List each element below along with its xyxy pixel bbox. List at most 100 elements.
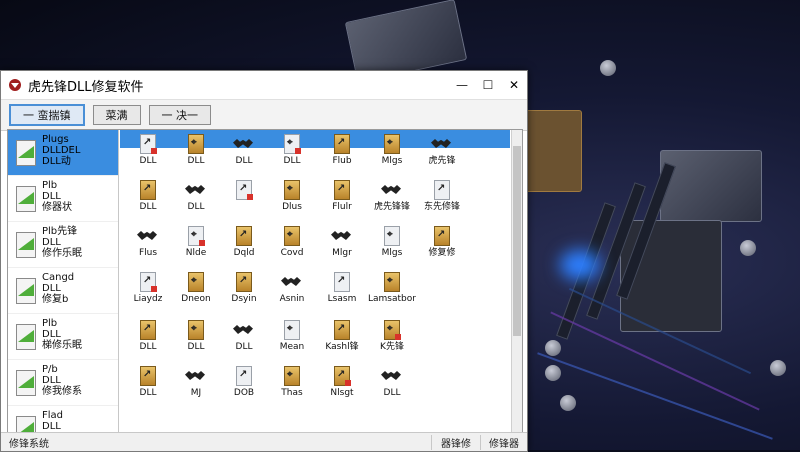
file-item[interactable]: ↗ Nlsgt xyxy=(318,364,366,410)
file-item[interactable]: ⌖ DLL xyxy=(172,132,220,178)
file-item[interactable]: ⌖ Mlgs xyxy=(368,224,416,270)
dll-repair-window: 虎先锋DLL修复软件 — ☐ ✕ 一 蛮揣镇 菜满 一 决一 Plugs DLLD… xyxy=(0,70,528,452)
file-item-label: DLL xyxy=(139,202,157,212)
dll-file-icon xyxy=(16,140,36,166)
file-item[interactable]: ⌖ Nlde xyxy=(172,224,220,270)
file-item[interactable]: ↗ DLL xyxy=(124,318,172,364)
file-item[interactable]: 虎先锋 xyxy=(418,132,466,178)
maximize-button[interactable]: ☐ xyxy=(475,74,501,96)
sidebar-item[interactable]: Cangd DLL 修复b xyxy=(8,268,118,314)
sidebar-item-label: DLL动 xyxy=(42,156,71,167)
dll-file-icon xyxy=(137,226,157,246)
file-item[interactable]: ↗ Lsasm xyxy=(318,270,366,316)
file-item[interactable]: Mlgr xyxy=(318,224,366,270)
minimize-button[interactable]: — xyxy=(449,74,475,96)
dll-file-icon: ↗ xyxy=(434,226,450,246)
dll-file-icon: ⌖ xyxy=(384,134,400,154)
vertical-scrollbar[interactable] xyxy=(511,130,522,432)
blue-glow xyxy=(560,250,600,280)
file-item[interactable]: ↗ Flub xyxy=(318,132,366,178)
dll-file-icon: ↗ xyxy=(140,272,157,292)
file-item[interactable]: ⌖ Dneon xyxy=(172,270,220,316)
file-item-label: DLL xyxy=(187,156,205,166)
dll-file-icon: ⌖ xyxy=(384,272,400,292)
file-item[interactable]: DLL xyxy=(220,318,268,364)
dll-file-icon: ⌖ xyxy=(188,272,204,292)
file-item-label: DLL xyxy=(383,388,401,398)
close-button[interactable]: ✕ xyxy=(501,74,527,96)
file-item[interactable]: ↗ DLL xyxy=(124,364,172,410)
file-item-label: DLL xyxy=(283,156,301,166)
title-bar: 虎先锋DLL修复软件 — ☐ ✕ xyxy=(1,71,527,100)
dll-file-icon xyxy=(16,324,36,350)
sidebar-item[interactable]: Plb DLL 梯修乐眠 xyxy=(8,314,118,360)
file-item-label: Covd xyxy=(280,248,304,258)
file-item-label: MJ xyxy=(190,388,202,398)
sidebar-item-label: 修器状 xyxy=(42,202,72,213)
file-item-label: Mlgs xyxy=(381,156,403,166)
file-item[interactable]: ↗ Kashl锋 xyxy=(318,318,366,364)
dll-file-icon xyxy=(185,366,205,386)
sidebar-item-label: 梯修乐眠 xyxy=(42,340,82,351)
file-item[interactable]: ↗ Flulr xyxy=(318,178,366,224)
sidebar: Plugs DLLDEL DLL动 Plb DLL 修器状 Plb先锋 DLL 修作乐眠 C… xyxy=(8,130,119,432)
file-item[interactable]: ⌖ Thas xyxy=(268,364,316,410)
dll-file-icon xyxy=(381,180,401,200)
file-item-label: DLL xyxy=(187,202,205,212)
toolbar-button-2[interactable]: 菜满 xyxy=(92,105,141,125)
sidebar-item[interactable]: Plb DLL 修器状 xyxy=(8,176,118,222)
file-item-label: Liaydz xyxy=(133,294,163,304)
sidebar-item-label: 修作乐眠 xyxy=(42,248,82,259)
file-item[interactable]: ↗ DLL xyxy=(124,132,172,178)
file-item-label: Nlde xyxy=(185,248,207,258)
file-item[interactable]: ↗ 修复修 xyxy=(418,224,466,270)
sidebar-item-label: Plb先锋 xyxy=(42,226,78,237)
dll-file-icon: ↗ xyxy=(236,366,252,386)
file-item[interactable]: DLL xyxy=(368,364,416,410)
file-item[interactable]: ⌖ Covd xyxy=(268,224,316,270)
dll-file-icon xyxy=(16,370,36,396)
file-item-label: DOB xyxy=(233,388,255,398)
status-bar: 修锋系统 器锋修 修锋器 xyxy=(1,432,527,451)
file-item-label: DLL xyxy=(235,342,253,352)
file-item[interactable]: Asnin xyxy=(268,270,316,316)
window-title: 虎先锋DLL修复软件 xyxy=(28,79,144,95)
file-item[interactable]: Flus xyxy=(124,224,172,270)
dll-file-icon: ↗ xyxy=(334,320,350,340)
sidebar-item[interactable]: Plb先锋 DLL 修作乐眠 xyxy=(8,222,118,268)
file-item[interactable]: ⌖ DLL xyxy=(172,318,220,364)
toolbar-button-3[interactable]: 一 决一 xyxy=(148,105,211,125)
dll-file-icon: ⌖ xyxy=(188,320,204,340)
file-item[interactable]: ↗ xyxy=(220,178,268,224)
file-item[interactable]: ↗ Liaydz xyxy=(124,270,172,316)
toolbar-button-1[interactable]: 一 蛮揣镇 xyxy=(9,104,85,126)
file-item[interactable]: 虎先锋锋 xyxy=(368,178,416,224)
file-item[interactable]: ⌖ Lamsatbor xyxy=(368,270,416,316)
file-item[interactable]: ⌖ K先锋 xyxy=(368,318,416,364)
file-item[interactable]: ⌖ Mlgs xyxy=(368,132,416,178)
dll-file-icon xyxy=(185,180,205,200)
sidebar-item[interactable]: P/b DLL 修我修系 xyxy=(8,360,118,406)
sidebar-item-label: Plb xyxy=(42,318,58,329)
sidebar-item[interactable]: Plugs DLLDEL DLL动 xyxy=(8,130,118,176)
file-item-label: DLL xyxy=(187,342,205,352)
dll-file-icon: ↗ xyxy=(334,272,350,292)
capacitor xyxy=(770,360,786,376)
file-item[interactable]: ↗ DOB xyxy=(220,364,268,410)
file-item[interactable]: DLL xyxy=(172,178,220,224)
sidebar-item[interactable]: Flad DLL xyxy=(8,406,118,432)
file-item-label: Asnin xyxy=(279,294,305,304)
file-item[interactable]: ⌖ DLL xyxy=(268,132,316,178)
file-item[interactable]: ⌖ Mean xyxy=(268,318,316,364)
file-item[interactable]: ↗ 东先修锋 xyxy=(418,178,466,224)
file-item[interactable]: ↗ DLL xyxy=(124,178,172,224)
scrollbar-thumb[interactable] xyxy=(513,146,521,336)
file-item[interactable]: DLL xyxy=(220,132,268,178)
dll-file-icon: ↗ xyxy=(236,226,252,246)
sidebar-item-label: Plb xyxy=(42,180,58,191)
file-item[interactable]: ↗ Dsyin xyxy=(220,270,268,316)
file-item[interactable]: MJ xyxy=(172,364,220,410)
file-item[interactable]: ⌖ Dlus xyxy=(268,178,316,224)
capacitor xyxy=(545,365,561,381)
file-item[interactable]: ↗ Dqld xyxy=(220,224,268,270)
